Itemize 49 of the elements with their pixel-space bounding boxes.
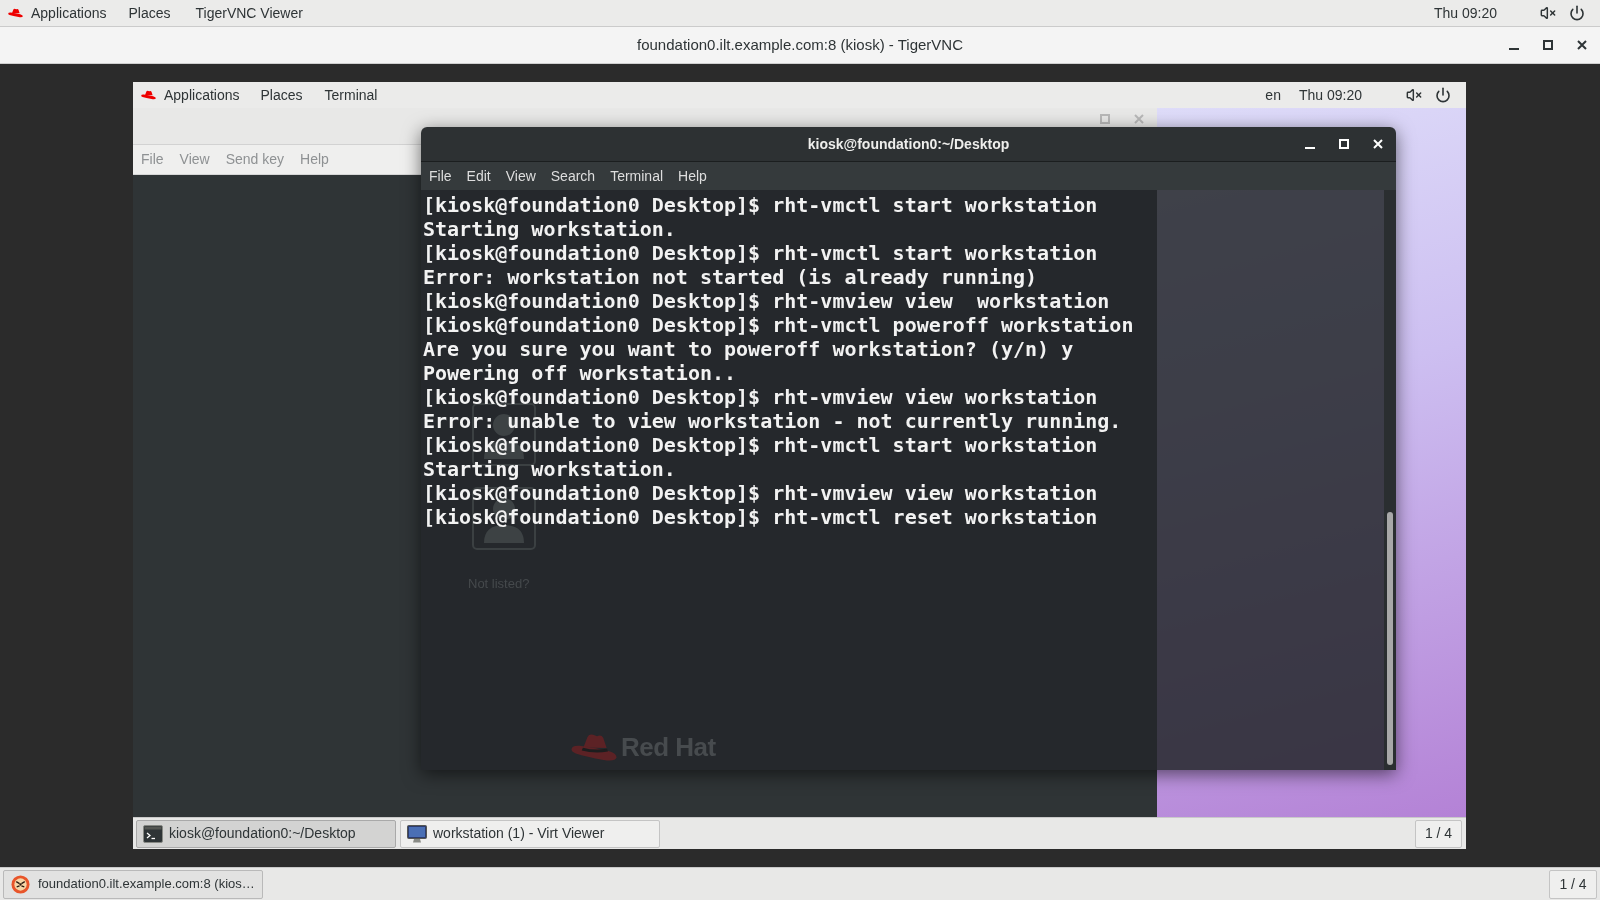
- hat-icon: [141, 90, 156, 100]
- top-bar-menu[interactable]: Applications: [31, 2, 107, 24]
- speaker-muted-icon[interactable]: [1540, 5, 1556, 21]
- terminal-line: [kiosk@foundation0 Desktop]$ rht-vmctl start workstation: [423, 433, 1098, 457]
- close-icon[interactable]: [1577, 40, 1587, 50]
- terminal-line: Starting workstation.: [423, 217, 676, 241]
- terminal-line: [kiosk@foundation0 Desktop]$ rht-vmview view workstation: [423, 481, 1098, 505]
- menu-item[interactable]: Help: [678, 165, 707, 187]
- speaker-muted-icon[interactable]: [1406, 87, 1422, 103]
- monitor-icon: [407, 824, 427, 843]
- terminal-icon: [143, 824, 163, 843]
- top-bar-menu[interactable]: Places: [128, 2, 171, 24]
- top-bar-menu[interactable]: TigerVNC Viewer: [195, 2, 303, 24]
- taskbar-item[interactable]: kiosk@foundation0:~/Desktop: [136, 819, 396, 848]
- workspace-indicator[interactable]: 1 / 4: [1549, 869, 1597, 899]
- terminal-line: Error: unable to view workstation - not currently running.: [423, 409, 1122, 433]
- menu-item[interactable]: View: [505, 165, 536, 187]
- taskbar-item[interactable]: foundation0.ilt.example.com:8 (kios…: [3, 869, 263, 899]
- terminal-line: [kiosk@foundation0 Desktop]$ rht-vmctl poweroff workstation: [423, 313, 1134, 337]
- power-icon[interactable]: [1435, 87, 1451, 103]
- terminal-line: [kiosk@foundation0 Desktop]$ rht-vmview view workstation: [423, 289, 1110, 313]
- menu-item[interactable]: Search: [550, 165, 596, 187]
- scrollbar[interactable]: [1387, 512, 1393, 765]
- app-icon: [11, 874, 30, 894]
- window-title: kiosk@foundation0:~/Desktop: [807, 134, 1010, 154]
- clock[interactable]: Thu 09:20: [1298, 84, 1362, 106]
- taskbar-item[interactable]: workstation (1) - Virt Viewer: [400, 819, 660, 848]
- clock[interactable]: Thu 09:20: [1433, 2, 1497, 24]
- menu-item[interactable]: Terminal: [610, 165, 664, 187]
- hat-icon: [8, 8, 23, 18]
- maximize-icon[interactable]: [1543, 40, 1553, 50]
- terminal-line: Error: workstation not started (is already running): [423, 265, 1038, 289]
- power-icon[interactable]: [1569, 5, 1585, 21]
- terminal-line: [kiosk@foundation0 Desktop]$ rht-vmctl reset workstation: [423, 505, 1098, 529]
- window-title: foundation0.ilt.example.com:8 (kiosk) - TigerVNC: [637, 34, 963, 55]
- keyboard-layout-indicator[interactable]: en: [1265, 84, 1281, 106]
- terminal-line: [kiosk@foundation0 Desktop]$ rht-vmview view workstation: [423, 385, 1098, 409]
- menu-item[interactable]: File: [429, 165, 452, 187]
- terminal-line: [kiosk@foundation0 Desktop]$ rht-vmctl start workstation: [423, 241, 1098, 265]
- hat-icon: [571, 732, 617, 762]
- menu-item[interactable]: Edit: [466, 165, 491, 187]
- top-bar-menu[interactable]: Applications: [164, 84, 240, 106]
- terminal-line: Starting workstation.: [423, 457, 676, 481]
- top-bar-menu[interactable]: Places: [260, 84, 303, 106]
- top-bar-menu[interactable]: Terminal: [324, 84, 378, 106]
- terminal-line: Powering off workstation..: [423, 361, 737, 385]
- workspace-indicator[interactable]: 1 / 4: [1415, 819, 1462, 848]
- terminal-line: [kiosk@foundation0 Desktop]$ rht-vmctl start workstation: [423, 193, 1098, 217]
- terminal-line: Are you sure you want to poweroff workstation? (y/n) y: [423, 337, 1074, 361]
